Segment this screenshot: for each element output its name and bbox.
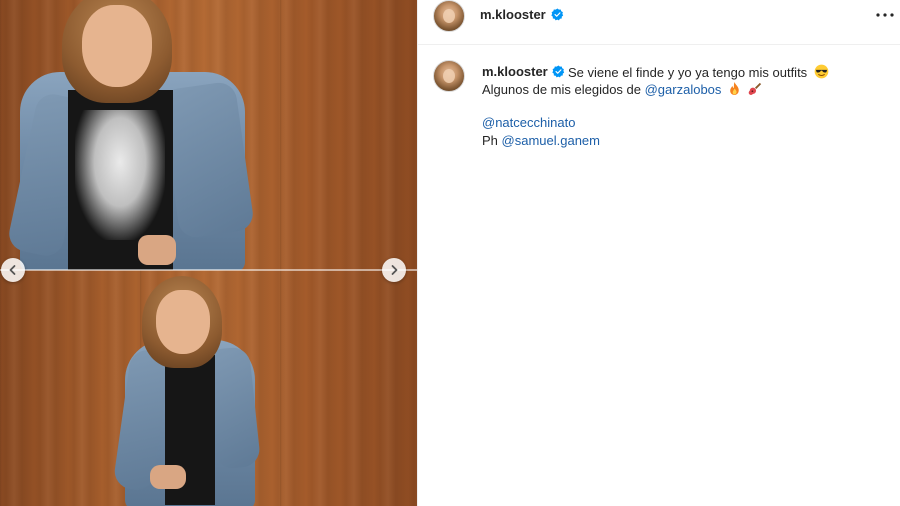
chevron-left-icon [9, 265, 16, 275]
caption-line-4: Ph @samuel.ganem [482, 133, 600, 149]
post-photo-bottom [0, 270, 417, 506]
person-figure [5, 0, 260, 270]
person-figure [112, 270, 280, 506]
caption-line-1: Se viene el finde y yo ya tengo mis outf… [568, 64, 829, 81]
guitar-icon [748, 82, 761, 95]
more-options-button[interactable] [873, 6, 897, 24]
caption-line-2: Algunos de mis elegidos de @garzalobos [482, 81, 762, 98]
post-details-panel: m.klooster m.klooster Se viene el finde … [417, 0, 900, 506]
caption-line-3: @natcecchinato [482, 115, 575, 131]
mention-link[interactable]: @samuel.ganem [502, 133, 600, 148]
verified-badge-icon [551, 8, 564, 21]
photo-divider [0, 269, 417, 271]
post-photo-top [0, 0, 417, 270]
caption-username[interactable]: m.klooster [482, 64, 548, 79]
post-header: m.klooster [418, 0, 900, 45]
mention-link[interactable]: @garzalobos [645, 82, 722, 97]
caption-text: Se viene el finde y yo ya tengo mis outf… [568, 65, 808, 80]
chevron-right-icon [391, 265, 398, 275]
mention-link[interactable]: @natcecchinato [482, 115, 575, 130]
more-options-icon [876, 13, 894, 17]
carousel-next-button[interactable] [382, 258, 406, 282]
post-media [0, 0, 417, 506]
caption-text: Ph [482, 133, 502, 148]
carousel-prev-button[interactable] [1, 258, 25, 282]
caption-text: Algunos de mis elegidos de [482, 82, 645, 97]
header-username[interactable]: m.klooster [480, 7, 546, 22]
sunglasses-face-icon [814, 64, 829, 79]
verified-badge-icon [552, 65, 565, 78]
avatar[interactable] [433, 0, 465, 32]
fire-icon [730, 82, 739, 95]
avatar[interactable] [433, 60, 465, 92]
